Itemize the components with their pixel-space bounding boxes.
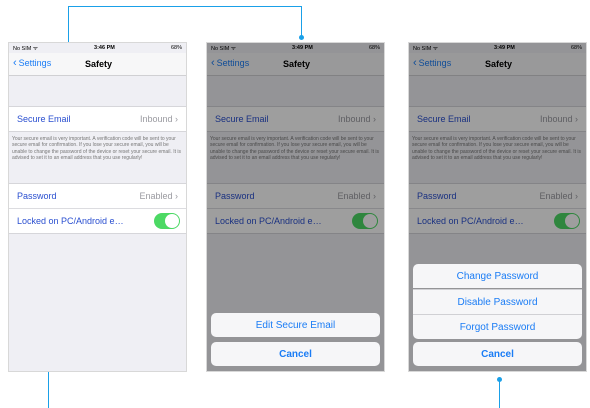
secure-email-label: Secure Email xyxy=(17,114,71,124)
secure-email-group: Secure Email Inbound › xyxy=(9,106,186,132)
password-group: Password Enabled › Locked on PC/Android … xyxy=(9,182,186,234)
chevron-right-icon: › xyxy=(175,114,178,124)
secure-email-value: Inbound › xyxy=(139,114,178,124)
back-button[interactable]: ‹ Settings xyxy=(13,56,52,69)
callout-line-top xyxy=(68,6,302,7)
battery: 68% xyxy=(170,45,182,51)
page-title: Safety xyxy=(85,59,113,69)
password-label: Password xyxy=(17,190,57,201)
callout-line-top xyxy=(301,6,302,36)
disable-password-button[interactable]: Disable Password xyxy=(413,289,582,314)
secure-email-note: Your secure email is very important. A v… xyxy=(12,136,181,162)
nav-bar: ‹ Settings Safety xyxy=(9,53,186,76)
callout-dot-sheet xyxy=(497,377,502,382)
phone-screen-1: No SIM ᯤ 3:46 PM 68% ‹ Settings Safety S… xyxy=(8,42,187,372)
forgot-password-button[interactable]: Forgot Password xyxy=(413,314,582,339)
cancel-button[interactable]: Cancel xyxy=(413,342,582,366)
locked-row: Locked on PC/Android e… xyxy=(9,207,186,233)
edit-secure-email-button[interactable]: Edit Secure Email xyxy=(211,313,380,337)
back-label: Settings xyxy=(18,58,52,68)
locked-toggle[interactable] xyxy=(154,212,180,229)
password-row[interactable]: Password Enabled › xyxy=(9,184,186,208)
chevron-left-icon: ‹ xyxy=(13,56,17,69)
carrier: No SIM ᯤ xyxy=(13,46,38,52)
callout-line-sheet xyxy=(499,380,500,408)
status-bar: No SIM ᯤ 3:46 PM 68% xyxy=(9,43,186,53)
change-password-button[interactable]: Change Password xyxy=(413,264,582,288)
phone-screen-3: No SIM ᯤ 3:49 PM 68% ‹ Settings Safety S… xyxy=(408,42,587,372)
password-value: Enabled › xyxy=(139,190,178,201)
secure-email-row[interactable]: Secure Email Inbound › xyxy=(9,107,186,131)
callout-dot-top xyxy=(299,35,304,40)
clock: 3:46 PM xyxy=(94,45,115,51)
phone-screen-2: No SIM ᯤ 3:49 PM 68% ‹ Settings Safety S… xyxy=(206,42,385,372)
chevron-right-icon: › xyxy=(175,190,178,201)
cancel-button[interactable]: Cancel xyxy=(211,342,380,366)
locked-label: Locked on PC/Android e… xyxy=(17,215,124,226)
